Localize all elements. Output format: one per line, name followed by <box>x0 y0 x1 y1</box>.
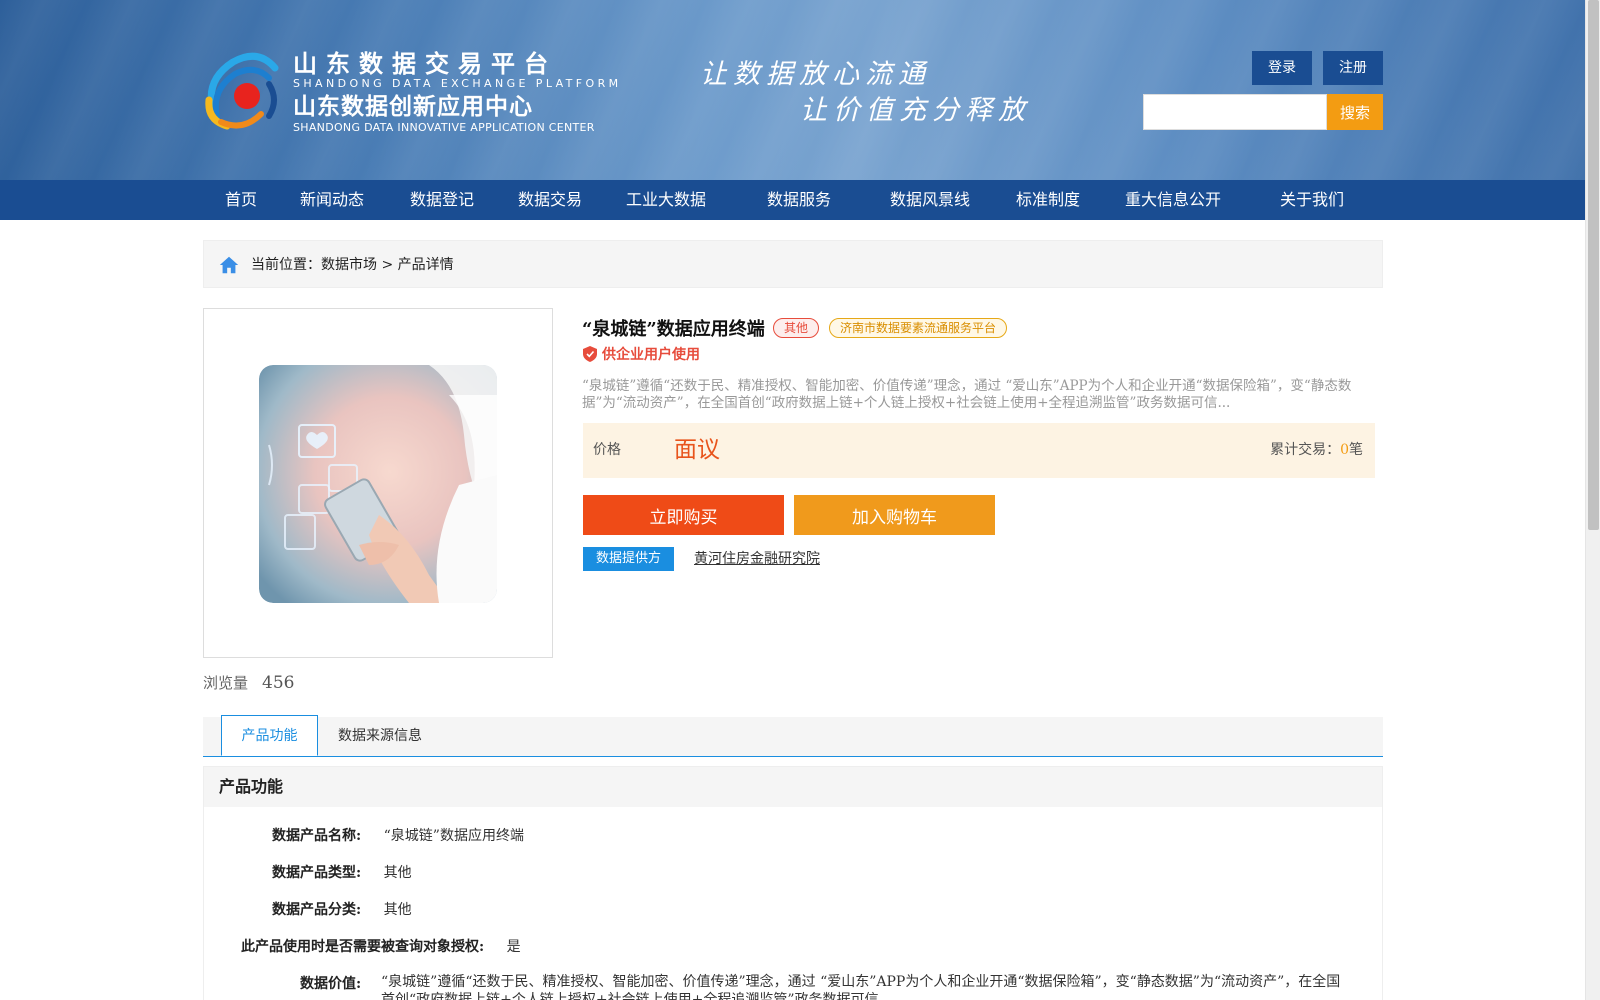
home-icon <box>219 256 239 274</box>
site-header: 山东数据交易平台 SHANDONG DATA EXCHANGE PLATFORM… <box>0 0 1585 180</box>
price-box: 价格 面议 累计交易：0笔 <box>583 423 1375 478</box>
scroll-thumb[interactable] <box>1588 0 1599 530</box>
category-tag: 其他 <box>773 318 820 338</box>
trade-label: 累计交易： <box>1270 442 1341 458</box>
detail-label: 此产品使用时是否需要被查询对象授权: <box>241 939 485 955</box>
detail-value-text: “泉城链”遵循“还数于民、精准授权、智能加密、价值传递”理念，通过 “爱山东”A… <box>381 974 1341 1000</box>
nav-item-trading[interactable]: 数据交易 <box>518 180 582 220</box>
nav-item-industrial-data[interactable]: 工业大数据 <box>626 180 706 220</box>
login-button[interactable]: 登录 <box>1252 51 1312 85</box>
usage-note: 供企业用户使用 <box>583 344 700 364</box>
nav-item-disclosure[interactable]: 重大信息公开 <box>1125 180 1221 220</box>
logo-subtitle-cn: 山东数据创新应用中心 <box>293 94 533 120</box>
detail-label: 数据产品类型: <box>272 865 362 881</box>
detail-value: 是 <box>506 939 521 955</box>
product-title: “泉城链”数据应用终端 <box>582 319 765 340</box>
detail-row-name: 数据产品名称: “泉城链”数据应用终端 <box>272 825 524 845</box>
shield-icon <box>583 346 597 362</box>
views-label: 浏览量 <box>203 674 249 692</box>
detail-label: 数据产品分类: <box>272 902 362 918</box>
product-function-section: 产品功能 数据产品名称: “泉城链”数据应用终端 数据产品类型: 其他 数据产品… <box>203 766 1383 1000</box>
detail-label: 数据产品名称: <box>272 828 362 844</box>
breadcrumb-current: 产品详情 <box>397 257 454 273</box>
breadcrumb-prefix: 当前位置： <box>251 257 321 273</box>
nav-item-registration[interactable]: 数据登记 <box>410 180 474 220</box>
register-button[interactable]: 注册 <box>1323 51 1383 85</box>
product-description: “泉城链”遵循“还数于民、精准授权、智能加密、价值传递”理念，通过 “爱山东”A… <box>582 378 1352 411</box>
tabs-bar: 产品功能 数据来源信息 <box>203 715 1383 757</box>
view-count: 浏览量 456 <box>203 672 294 693</box>
nav-item-standards[interactable]: 标准制度 <box>1016 180 1080 220</box>
page-scrollbar[interactable] <box>1585 0 1600 1000</box>
search-button[interactable]: 搜索 <box>1327 94 1383 130</box>
section-title: 产品功能 <box>204 767 1382 807</box>
search-input[interactable] <box>1143 94 1327 130</box>
trade-number: 0 <box>1340 442 1349 458</box>
provider-link[interactable]: 黄河住房金融研究院 <box>694 548 820 568</box>
logo-title-en: SHANDONG DATA EXCHANGE PLATFORM <box>293 77 622 90</box>
trade-unit: 笔 <box>1349 442 1363 458</box>
main-nav: 首页 新闻动态 数据登记 数据交易 工业大数据 数据服务 数据风景线 标准制度 … <box>0 180 1585 220</box>
provider-badge: 数据提供方 <box>583 547 674 571</box>
detail-value: “泉城链”数据应用终端 <box>383 828 524 844</box>
add-to-cart-button[interactable]: 加入购物车 <box>794 495 995 535</box>
logo-icon <box>205 52 279 130</box>
price-label: 价格 <box>593 442 621 458</box>
detail-row-value-label: 数据价值: <box>300 973 361 993</box>
breadcrumb: 当前位置：数据市场 > 产品详情 <box>203 240 1383 288</box>
slogan-line-1: 让数据放心流通 <box>700 59 931 90</box>
detail-row-category: 数据产品分类: 其他 <box>272 899 412 919</box>
detail-row-authorization: 此产品使用时是否需要被查询对象授权: 是 <box>241 936 521 956</box>
product-image-box <box>203 308 553 658</box>
detail-value: 其他 <box>383 865 412 881</box>
breadcrumb-market[interactable]: 数据市场 <box>321 257 377 273</box>
logo-title-cn: 山东数据交易平台 <box>293 50 557 78</box>
nav-item-data-landscape[interactable]: 数据风景线 <box>890 180 970 220</box>
buy-now-button[interactable]: 立即购买 <box>583 495 784 535</box>
nav-item-about[interactable]: 关于我们 <box>1280 180 1344 220</box>
breadcrumb-separator: > <box>377 257 398 273</box>
logo-text: 山东数据交易平台 SHANDONG DATA EXCHANGE PLATFORM… <box>293 50 622 134</box>
slogan-line-2: 让价值充分释放 <box>800 95 1031 126</box>
breadcrumb-path: 当前位置：数据市场 > 产品详情 <box>251 241 454 289</box>
nav-item-data-service[interactable]: 数据服务 <box>767 180 831 220</box>
price-value: 面议 <box>674 437 720 463</box>
detail-row-type: 数据产品类型: 其他 <box>272 862 412 882</box>
logo-subtitle-en: SHANDONG DATA INNOVATIVE APPLICATION CEN… <box>293 121 595 134</box>
detail-value: 其他 <box>383 902 412 918</box>
product-image <box>259 365 497 603</box>
platform-tag: 济南市数据要素流通服务平台 <box>829 318 1008 338</box>
tab-product-function[interactable]: 产品功能 <box>221 715 318 756</box>
usage-text: 供企业用户使用 <box>602 347 700 363</box>
nav-item-news[interactable]: 新闻动态 <box>300 180 364 220</box>
views-number: 456 <box>262 673 295 693</box>
nav-item-home[interactable]: 首页 <box>225 180 257 220</box>
trade-count: 累计交易：0笔 <box>1270 423 1363 478</box>
detail-label: 数据价值: <box>300 976 362 992</box>
tab-data-source[interactable]: 数据来源信息 <box>338 717 422 757</box>
